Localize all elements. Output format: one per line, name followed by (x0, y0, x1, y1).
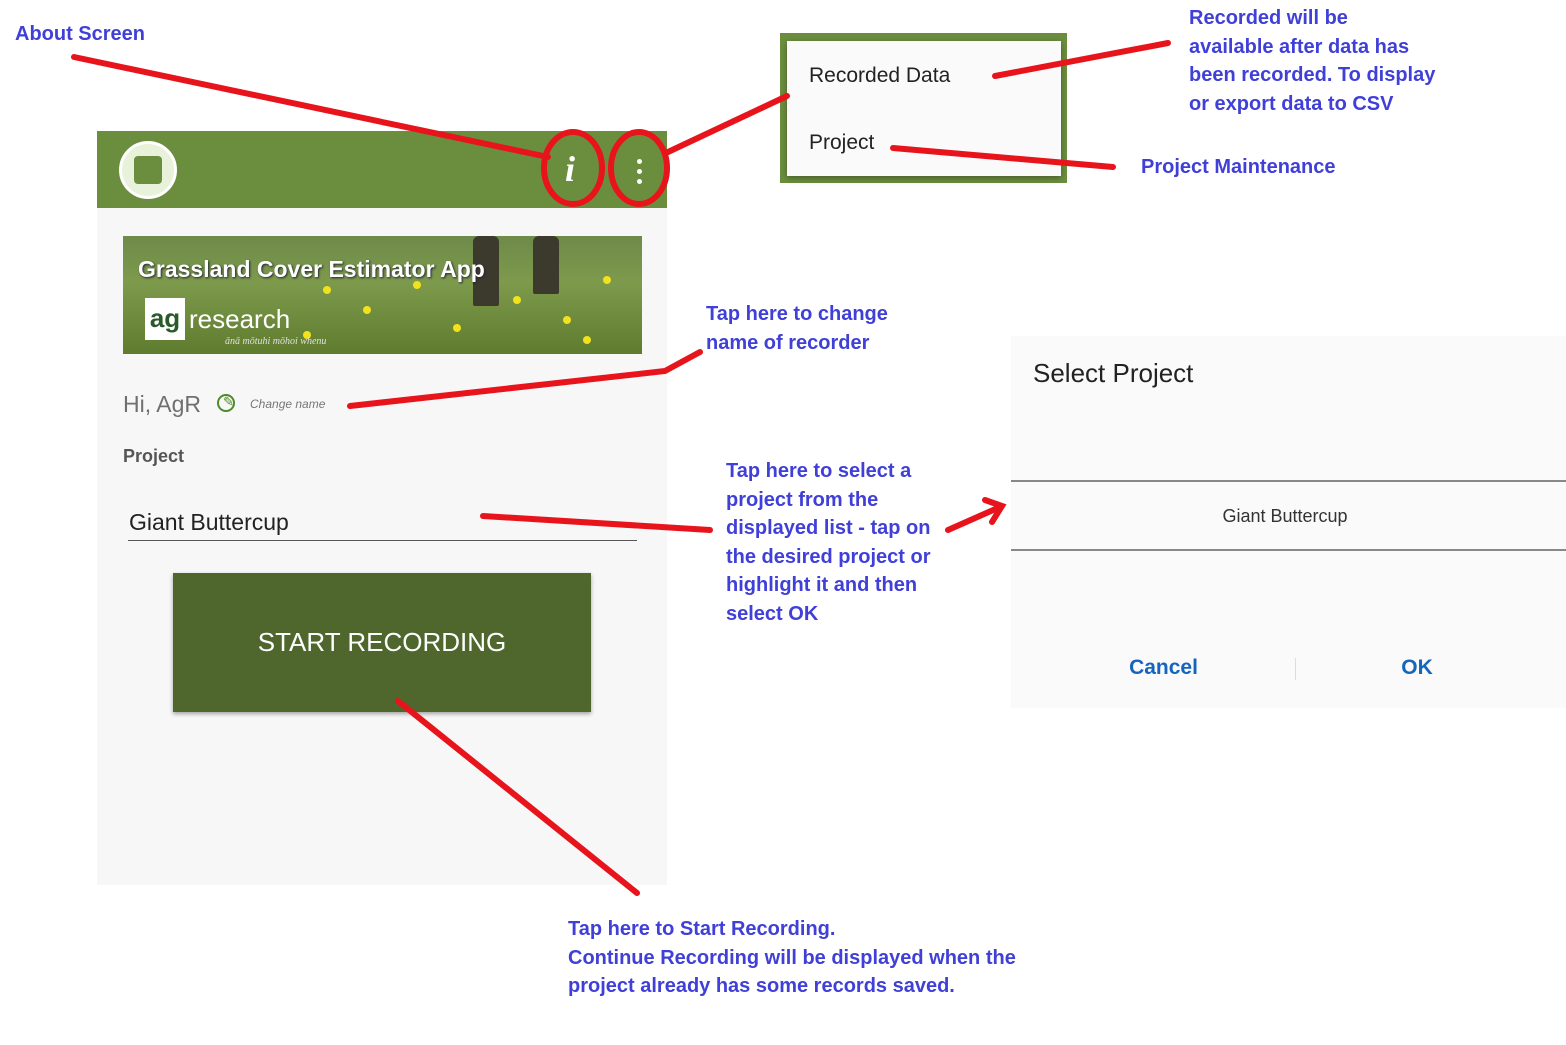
circle-more-icon (608, 129, 670, 207)
circle-info-icon (541, 129, 605, 207)
arrow-start-recording (395, 698, 640, 896)
arrow-about-screen (71, 54, 551, 160)
arrow-change-name (347, 349, 703, 409)
annotation-overlay (71, 40, 1171, 896)
arrow-menu-to-more (665, 93, 790, 155)
arrow-project-maintenance (890, 145, 1116, 170)
arrow-recorded-data (992, 40, 1171, 79)
arrow-project-selector (480, 513, 713, 533)
